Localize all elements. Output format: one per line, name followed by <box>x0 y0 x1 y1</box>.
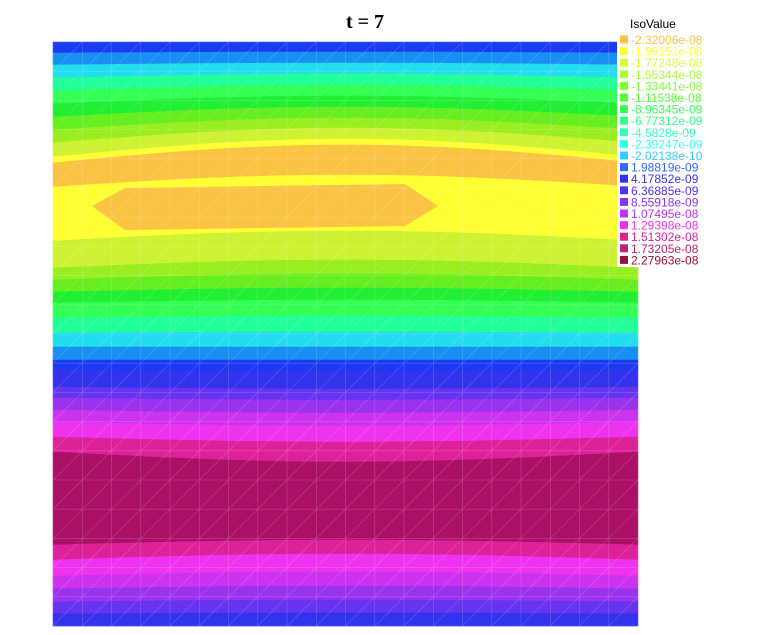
legend-swatch <box>620 197 628 206</box>
contour-core <box>92 184 438 230</box>
legend-swatch <box>620 151 628 160</box>
legend-swatch <box>620 232 628 241</box>
legend-swatch <box>620 209 628 218</box>
legend-swatch <box>620 221 628 230</box>
legend-swatch <box>620 128 628 137</box>
legend-swatch <box>620 116 628 125</box>
legend-swatch <box>620 35 628 44</box>
legend-label: 2.27963e-08 <box>631 253 699 267</box>
legend-swatch <box>620 186 628 195</box>
contour-plot: t = 7 IsoValue -2.32006e-08-1.99151e-08-… <box>52 11 714 627</box>
legend-swatch <box>620 139 628 148</box>
legend-swatch <box>620 244 628 253</box>
legend-swatch <box>620 163 628 172</box>
triangular-mesh <box>52 41 639 627</box>
legend: IsoValue -2.32006e-08-1.99151e-08-1.7724… <box>617 17 714 267</box>
legend-swatch <box>620 70 628 79</box>
mesh-lines <box>52 41 639 627</box>
legend-title: IsoValue <box>630 17 676 31</box>
legend-swatch <box>620 81 628 90</box>
legend-swatch <box>620 174 628 183</box>
legend-swatch <box>620 58 628 67</box>
legend-swatch <box>620 105 628 114</box>
chart-title: t = 7 <box>346 11 384 33</box>
legend-swatch <box>620 255 628 264</box>
legend-swatch <box>620 47 628 56</box>
legend-swatch <box>620 93 628 102</box>
